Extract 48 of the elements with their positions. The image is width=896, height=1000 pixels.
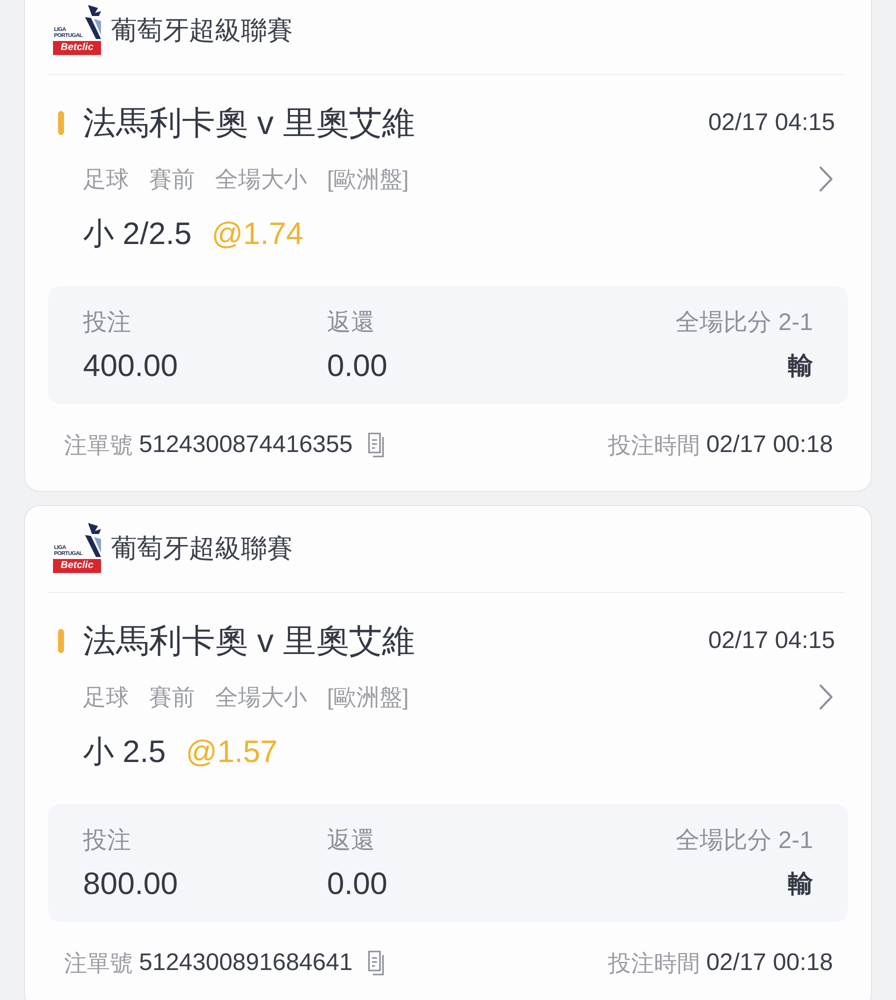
bet-time-label: 投注時間 xyxy=(608,431,700,460)
score-text: 全場比分 2-1 xyxy=(676,308,813,338)
copy-icon[interactable] xyxy=(366,432,387,458)
swoosh-icon xyxy=(85,5,101,39)
sponsor-badge: Betclic xyxy=(53,559,101,573)
bet-tag: 足球 xyxy=(83,680,129,714)
bet-time: 02/17 00:18 xyxy=(706,948,833,978)
order-label: 注單號 xyxy=(64,949,133,978)
chevron-right-icon[interactable] xyxy=(819,684,833,710)
bet-tag: [歐洲盤] xyxy=(327,162,409,196)
odds: @1.57 xyxy=(186,733,278,771)
kickoff-time: 02/17 04:15 xyxy=(708,108,835,138)
bet-time: 02/17 00:18 xyxy=(706,430,833,460)
kickoff-time: 02/17 04:15 xyxy=(708,626,835,656)
odds: @1.74 xyxy=(212,215,304,253)
bet-tag: [歐洲盤] xyxy=(327,680,409,714)
league-name: 葡萄牙超級聯賽 xyxy=(111,14,293,47)
league-name: 葡萄牙超級聯賽 xyxy=(111,532,293,565)
payout-label: 返還 xyxy=(327,826,375,856)
order-number: 5124300874416355 xyxy=(139,430,353,460)
outcome-text: 輸 xyxy=(788,351,813,382)
marker-bar-icon xyxy=(58,629,64,653)
match-title: 法馬利卡奧 v 里奧艾維 xyxy=(83,621,415,661)
stake-label: 投注 xyxy=(83,826,131,856)
bet-tag: 賽前 xyxy=(149,162,195,196)
order-number: 5124300891684641 xyxy=(139,948,353,978)
outcome-text: 輸 xyxy=(788,869,813,900)
stake-value: 400.00 xyxy=(83,347,178,385)
payout-value: 0.00 xyxy=(327,865,388,903)
bet-tag: 全場大小 xyxy=(215,680,307,714)
sponsor-badge: Betclic xyxy=(53,41,101,55)
bet-tag: 賽前 xyxy=(149,680,195,714)
selection: 小 2.5 xyxy=(83,733,166,771)
copy-icon[interactable] xyxy=(366,950,387,976)
payout-label: 返還 xyxy=(327,308,375,338)
match-title: 法馬利卡奧 v 里奧艾維 xyxy=(83,103,415,143)
bet-tag: 足球 xyxy=(83,162,129,196)
bet-tag: 全場大小 xyxy=(215,162,307,196)
bet-time-label: 投注時間 xyxy=(608,949,700,978)
swoosh-icon xyxy=(85,523,101,557)
marker-bar-icon xyxy=(58,111,64,135)
payout-value: 0.00 xyxy=(327,347,388,385)
selection: 小 2/2.5 xyxy=(83,215,192,253)
stake-value: 800.00 xyxy=(83,865,178,903)
chevron-right-icon[interactable] xyxy=(819,166,833,192)
score-text: 全場比分 2-1 xyxy=(676,826,813,856)
stake-label: 投注 xyxy=(83,308,131,338)
order-label: 注單號 xyxy=(64,431,133,460)
